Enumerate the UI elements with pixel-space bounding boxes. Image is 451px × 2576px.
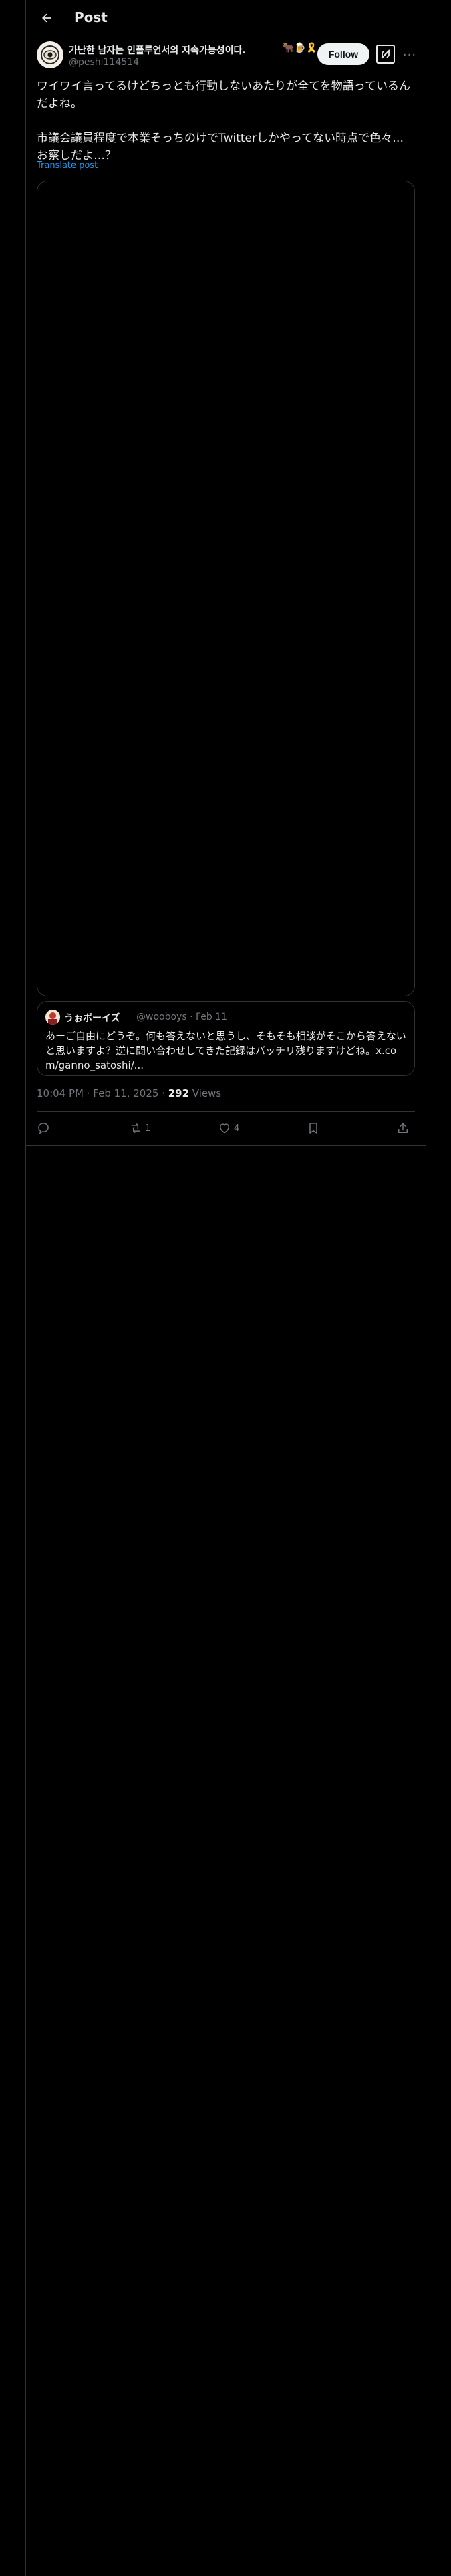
eye-avatar-icon	[37, 42, 63, 68]
repost-button[interactable]: 1	[129, 1120, 150, 1136]
share-icon	[398, 1123, 408, 1133]
post-meta: 10:04 PM · Feb 11, 2025 · 292 Views	[37, 1087, 221, 1099]
post-text: ワイワイ言ってるけどちっとも行動しないあたりが全てを物語っているんだよね。 市議…	[37, 80, 410, 163]
views-count: 292	[168, 1087, 190, 1099]
author-handle[interactable]: @peshi114514	[69, 57, 139, 68]
repost-count: 1	[145, 1123, 151, 1134]
repost-icon	[131, 1123, 140, 1133]
page-header: Post	[26, 0, 426, 35]
bookmark-button[interactable]	[307, 1120, 320, 1136]
post-media[interactable]	[37, 181, 415, 996]
quote-author-name: うぉボーイズ	[64, 1013, 120, 1024]
views-label: Views	[189, 1087, 222, 1099]
quote-text: あーご自由にどうぞ。何も答えないと思うし、そもそも相談がそこから答えないと思いま…	[45, 1030, 406, 1071]
page-title: Post	[74, 9, 108, 25]
primary-column: Post 가난한 남자는 인플루언서의 지속가능성이다. 🐂🍺🎗️ @peshi…	[25, 0, 426, 2576]
quoted-post[interactable]: うぉボーイズ @wooboys · Feb 11 あーご自由にどうぞ。何も答えな…	[37, 1001, 415, 1076]
post-actions: 1 4	[37, 1112, 415, 1146]
bookmark-icon	[309, 1123, 317, 1134]
quote-avatar	[45, 1010, 60, 1025]
author-name-emojis: 🐂🍺🎗️	[283, 43, 318, 53]
reply-icon	[38, 1123, 49, 1134]
grok-button[interactable]	[376, 45, 395, 64]
post-timestamp[interactable]: 10:04 PM · Feb 11, 2025 ·	[37, 1087, 168, 1099]
translate-post-link[interactable]: Translate post	[37, 160, 98, 171]
avatar[interactable]	[37, 41, 63, 68]
follow-button[interactable]: Follow	[317, 43, 369, 65]
author-display-name[interactable]: 가난한 남자는 인플루언서의 지속가능성이다.	[69, 43, 246, 57]
like-button[interactable]: 4	[218, 1120, 239, 1136]
like-count: 4	[234, 1123, 240, 1134]
quote-avatar-icon	[45, 1010, 60, 1025]
post-author: 가난한 남자는 인플루언서의 지속가능성이다. 🐂🍺🎗️ @peshi11451…	[26, 39, 426, 74]
reply-button[interactable]	[37, 1120, 53, 1136]
divider	[26, 1145, 426, 1146]
back-button[interactable]	[35, 7, 58, 29]
arrow-left-icon	[42, 13, 51, 23]
grok-icon	[381, 49, 390, 59]
heart-icon	[219, 1123, 230, 1134]
more-options-button[interactable]: ···	[400, 45, 419, 64]
quote-handle-date: @wooboys · Feb 11	[136, 1012, 228, 1023]
share-button[interactable]	[396, 1120, 410, 1136]
